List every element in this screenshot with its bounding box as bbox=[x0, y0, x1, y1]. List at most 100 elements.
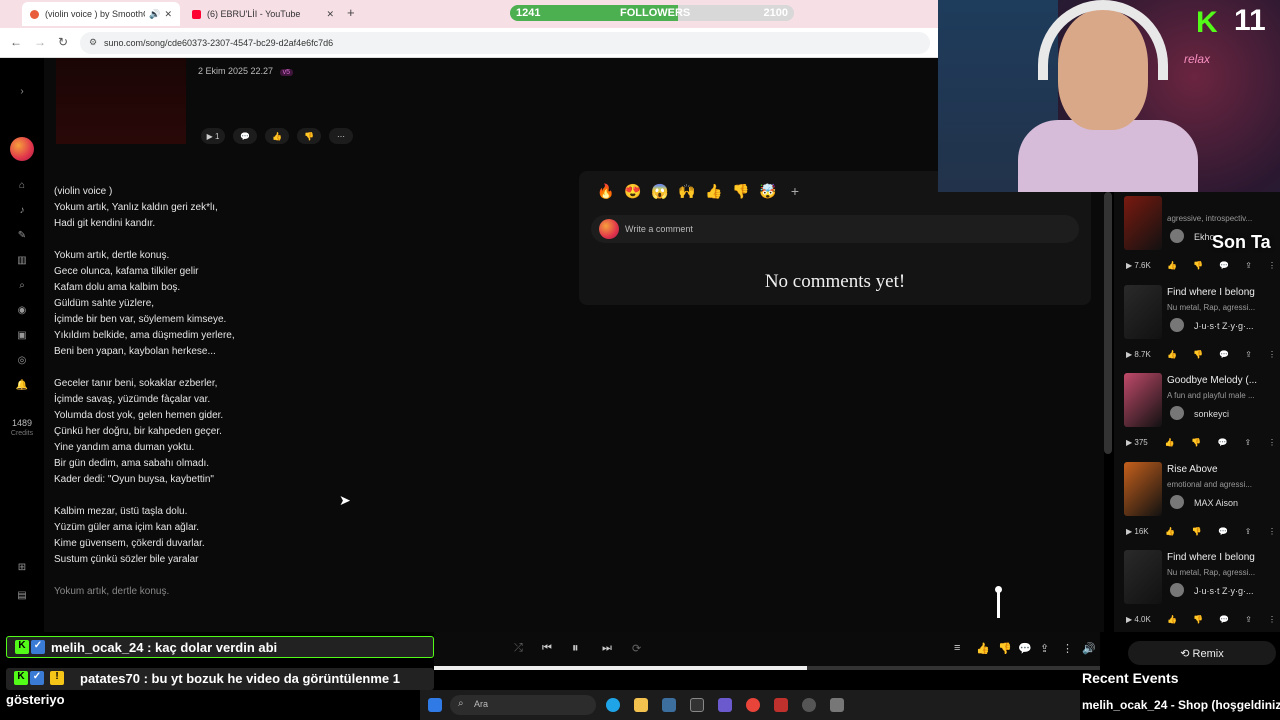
studio-icon[interactable]: ✎ bbox=[14, 230, 30, 244]
reaction-emoji[interactable]: 👎 bbox=[732, 183, 750, 200]
notifications-icon[interactable]: 🔔 bbox=[14, 380, 30, 394]
close-tab-icon[interactable]: ✕ bbox=[164, 9, 172, 20]
more-icon[interactable]: ⋮ bbox=[1268, 261, 1276, 270]
repeat-icon[interactable]: ⟳ bbox=[632, 642, 641, 655]
comment-icon[interactable]: 💬 bbox=[233, 128, 257, 144]
like-icon[interactable]: 👍 bbox=[1164, 438, 1174, 447]
related-song-card[interactable]: Find where I belong Nu metal, Rap, agress… bbox=[1114, 546, 1280, 632]
credits-counter[interactable]: 1489 Credits bbox=[0, 418, 44, 437]
comment-icon[interactable]: 💬 bbox=[1218, 438, 1228, 447]
tab-youtube[interactable]: (6) EBRU'LİI - YouTube ✕ bbox=[184, 2, 342, 26]
dislike-icon[interactable]: 👎 bbox=[1193, 261, 1203, 270]
play-button[interactable]: ▶ 375 bbox=[1126, 438, 1148, 447]
reaction-emoji[interactable]: 👍 bbox=[705, 183, 723, 200]
app-icon[interactable] bbox=[774, 698, 788, 712]
chrome-icon[interactable] bbox=[746, 698, 760, 712]
reaction-emoji[interactable]: 😍 bbox=[624, 183, 642, 200]
artist-avatar[interactable] bbox=[1170, 317, 1184, 332]
hooks-icon[interactable]: ▣ bbox=[14, 330, 30, 344]
like-icon[interactable]: 👍 bbox=[265, 128, 289, 144]
like-icon[interactable]: 👍 bbox=[976, 642, 990, 655]
speaker-icon[interactable]: 🔊 bbox=[149, 9, 160, 20]
file-explorer-icon[interactable] bbox=[634, 698, 648, 712]
like-icon[interactable]: 👍 bbox=[1167, 615, 1177, 624]
share-icon[interactable]: ⇪ bbox=[1245, 350, 1252, 359]
docs-icon[interactable]: ▤ bbox=[14, 590, 30, 604]
user-avatar[interactable] bbox=[10, 137, 34, 161]
obs-icon[interactable] bbox=[802, 698, 816, 712]
queue-icon[interactable]: ≡ bbox=[954, 642, 960, 654]
scrollbar[interactable] bbox=[1104, 192, 1112, 454]
dislike-icon[interactable]: 👎 bbox=[1193, 615, 1203, 624]
pause-icon[interactable]: ⏸ bbox=[572, 640, 579, 656]
reaction-emoji[interactable]: 🤯 bbox=[759, 183, 777, 200]
artist-name[interactable]: J·u·s·t Z·y·g·... bbox=[1194, 586, 1254, 596]
comment-icon[interactable]: 💬 bbox=[1218, 527, 1228, 536]
song-thumbnail[interactable] bbox=[1124, 461, 1162, 516]
more-icon[interactable]: ⋮ bbox=[1062, 642, 1073, 655]
comment-icon[interactable]: 💬 bbox=[1219, 350, 1229, 359]
like-icon[interactable]: 👍 bbox=[1167, 350, 1177, 359]
next-icon[interactable]: ⏭ bbox=[602, 642, 612, 655]
new-tab-icon[interactable]: + bbox=[347, 5, 355, 20]
dislike-icon[interactable]: 👎 bbox=[998, 642, 1012, 655]
share-icon[interactable]: ⇪ bbox=[1245, 615, 1252, 624]
play-count-button[interactable]: ▶ 1 bbox=[201, 128, 225, 144]
edge-icon[interactable] bbox=[606, 698, 620, 712]
play-button[interactable]: ▶ 16K bbox=[1126, 527, 1149, 536]
related-song-card[interactable]: Goodbye Melody (... A fun and playful mal… bbox=[1114, 369, 1280, 457]
close-tab-icon[interactable]: ✕ bbox=[326, 9, 334, 20]
reload-icon[interactable]: ↻ bbox=[58, 35, 68, 49]
share-icon[interactable]: ⇪ bbox=[1245, 438, 1252, 447]
windows-start-icon[interactable] bbox=[428, 698, 442, 712]
more-icon[interactable]: ⋮ bbox=[1268, 350, 1276, 359]
related-song-card[interactable]: Find where I belong Nu metal, Rap, agress… bbox=[1114, 281, 1280, 369]
share-icon[interactable]: ⇪ bbox=[1040, 642, 1049, 655]
share-icon[interactable]: ⇪ bbox=[1245, 527, 1252, 536]
copilot-icon[interactable] bbox=[718, 698, 732, 712]
settings-icon[interactable] bbox=[830, 698, 844, 712]
taskbar-search[interactable]: ⌕ Ara bbox=[450, 695, 596, 715]
artist-name[interactable]: MAX Aison bbox=[1194, 498, 1238, 508]
add-reaction-icon[interactable]: + bbox=[786, 183, 804, 200]
more-icon[interactable]: ⋮ bbox=[1268, 615, 1276, 624]
more-icon[interactable]: ⋯ bbox=[329, 128, 353, 144]
back-icon[interactable]: ← bbox=[10, 35, 22, 49]
artist-name[interactable]: J·u·s·t Z·y·g·... bbox=[1194, 321, 1254, 331]
remix-button[interactable]: ⟲ Remix bbox=[1128, 641, 1276, 665]
expand-sidebar-icon[interactable]: › bbox=[14, 86, 30, 100]
play-button[interactable]: ▶ 7.6K bbox=[1126, 261, 1151, 270]
dislike-icon[interactable]: 👎 bbox=[1193, 350, 1203, 359]
share-icon[interactable]: ⇪ bbox=[1245, 261, 1252, 270]
artist-avatar[interactable] bbox=[1170, 494, 1184, 509]
play-button[interactable]: ▶ 8.7K bbox=[1126, 350, 1151, 359]
volume-slider[interactable] bbox=[995, 586, 1002, 618]
more-icon[interactable]: ⋮ bbox=[1268, 527, 1276, 536]
dislike-icon[interactable]: 👎 bbox=[1191, 438, 1201, 447]
more-icon[interactable]: ⋮ bbox=[1268, 438, 1276, 447]
play-button[interactable]: ▶ 4.0K bbox=[1126, 615, 1151, 624]
song-title[interactable]: Find where I belong bbox=[1167, 287, 1277, 298]
artist-avatar[interactable] bbox=[1170, 583, 1184, 597]
song-thumbnail[interactable] bbox=[1124, 373, 1162, 427]
comment-icon[interactable]: 💬 bbox=[1219, 261, 1229, 270]
song-thumbnail[interactable] bbox=[1124, 196, 1162, 250]
comment-icon[interactable]: 💬 bbox=[1018, 642, 1032, 655]
song-title[interactable]: Find where I belong bbox=[1167, 552, 1277, 563]
song-thumbnail[interactable] bbox=[1124, 284, 1162, 339]
dislike-icon[interactable]: 👎 bbox=[1192, 527, 1202, 536]
tab-violin-voice[interactable]: (violin voice ) by SmoothChi 🔊 ✕ bbox=[22, 2, 180, 26]
epic-games-icon[interactable] bbox=[690, 698, 704, 712]
reaction-emoji[interactable]: 🔥 bbox=[597, 183, 615, 200]
library-icon[interactable]: ▥ bbox=[14, 255, 30, 269]
create-icon[interactable]: ♪ bbox=[14, 205, 30, 219]
site-info-icon[interactable]: ⚙ bbox=[89, 37, 97, 48]
search-icon[interactable]: ⌕ bbox=[14, 280, 30, 294]
explore-icon[interactable]: ◎ bbox=[14, 355, 30, 369]
radio-icon[interactable]: ◉ bbox=[14, 305, 30, 319]
gift-icon[interactable]: ⊞ bbox=[14, 562, 30, 576]
url-field[interactable]: ⚙ suno.com/song/cde60373-2307-4547-bc29-… bbox=[80, 32, 930, 54]
like-icon[interactable]: 👍 bbox=[1165, 527, 1175, 536]
playback-progress[interactable] bbox=[434, 666, 1100, 670]
artist-avatar[interactable] bbox=[1170, 406, 1184, 420]
